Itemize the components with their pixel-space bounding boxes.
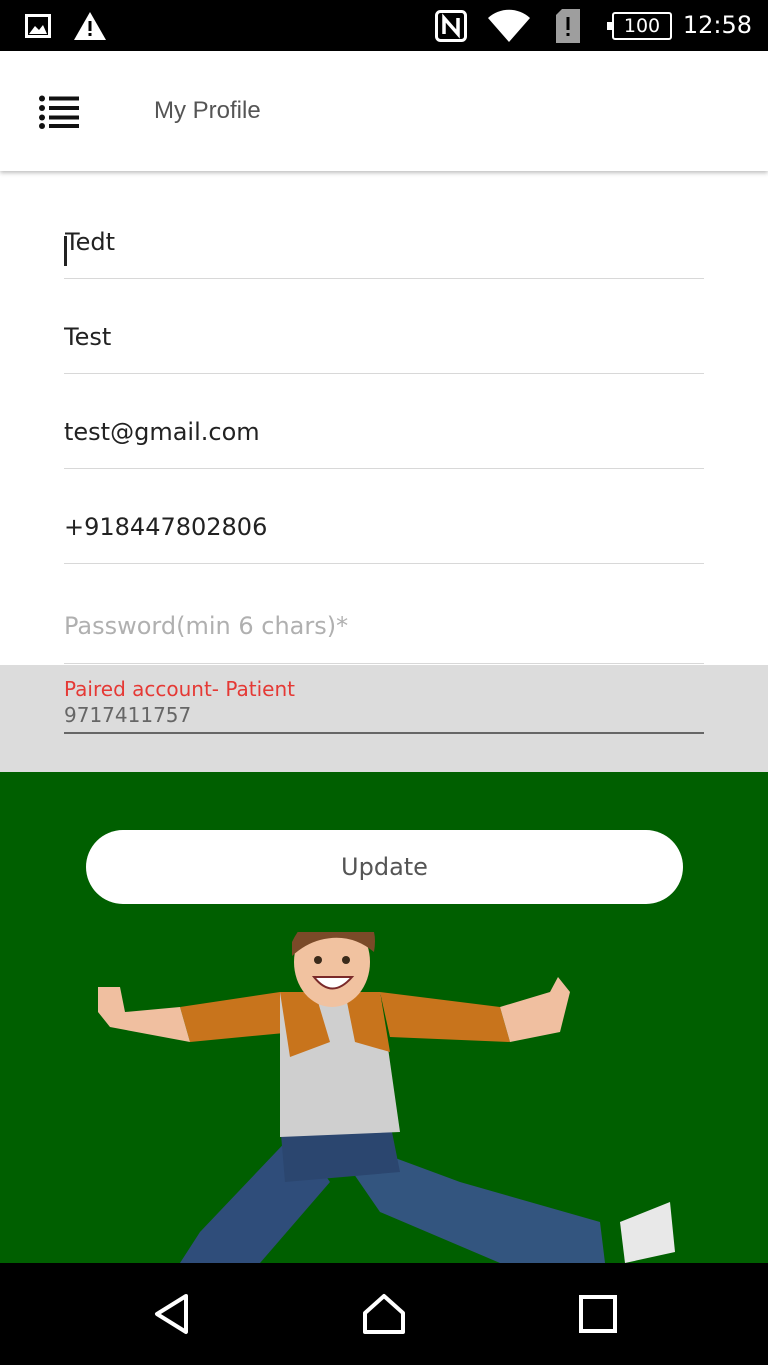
first-name-input[interactable] [64, 228, 704, 256]
app-bar: My Profile [0, 51, 768, 171]
back-button[interactable] [122, 1263, 222, 1365]
paired-account-label: Paired account- Patient [64, 677, 296, 701]
green-footer-section: Update [0, 772, 768, 1263]
phone-field[interactable] [64, 513, 704, 564]
jumping-boy-image [98, 932, 675, 1263]
menu-list-icon [39, 95, 79, 129]
last-name-input[interactable] [64, 323, 704, 351]
last-name-field[interactable] [64, 323, 704, 374]
wifi-icon [486, 0, 532, 51]
sim-icon [554, 0, 582, 51]
text-cursor [64, 236, 67, 266]
back-icon [155, 1294, 188, 1334]
recents-button[interactable] [548, 1263, 648, 1365]
home-button[interactable] [334, 1263, 434, 1365]
phone-input[interactable] [64, 513, 704, 541]
page-title: My Profile [154, 97, 261, 124]
email-input[interactable] [64, 418, 704, 446]
paired-account-underline [64, 732, 704, 734]
paired-account-value: 9717411757 [64, 703, 192, 727]
nfc-icon [434, 0, 468, 51]
navigation-bar [0, 1263, 768, 1365]
status-bar: 100 12:58 [0, 0, 768, 51]
warning-icon [72, 0, 108, 51]
clock: 12:58 [682, 11, 752, 39]
menu-button[interactable] [30, 83, 88, 141]
password-input[interactable] [64, 612, 704, 640]
battery-level: 100 [623, 15, 661, 37]
recents-icon [579, 1295, 617, 1333]
password-field[interactable] [64, 612, 704, 664]
paired-account-panel: Paired account- Patient 9717411757 [0, 665, 768, 772]
first-name-field[interactable] [64, 228, 704, 279]
update-button[interactable]: Update [86, 830, 683, 904]
image-icon [24, 0, 52, 51]
email-field[interactable] [64, 418, 704, 469]
battery-icon: 100 [607, 12, 672, 40]
home-icon [363, 1294, 405, 1334]
